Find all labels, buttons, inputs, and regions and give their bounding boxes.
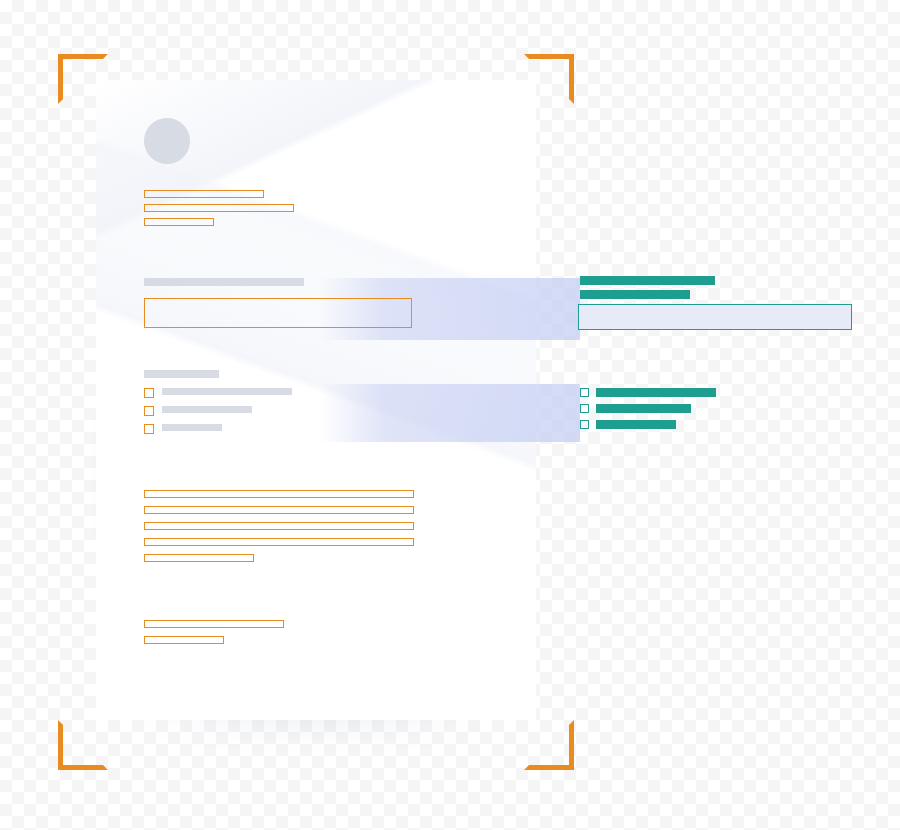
- doc-footer-line: [144, 636, 224, 644]
- doc-checkbox[interactable]: [144, 424, 154, 434]
- doc-paragraph-line: [144, 490, 414, 498]
- doc-header-line: [144, 190, 264, 198]
- doc-paragraph-line: [144, 506, 414, 514]
- doc-checklist-item-line: [162, 406, 252, 413]
- doc-header-line: [144, 204, 294, 212]
- extracted-checkbox[interactable]: [580, 404, 589, 413]
- extracted-field-label-line: [580, 276, 715, 285]
- doc-checklist-item-line: [162, 424, 222, 431]
- doc-header-line: [144, 218, 214, 226]
- doc-checkbox[interactable]: [144, 406, 154, 416]
- doc-paragraph-line: [144, 522, 414, 530]
- extracted-input-field[interactable]: [578, 304, 852, 330]
- doc-field-label-line: [144, 278, 304, 286]
- extracted-checklist-item-line: [596, 404, 691, 413]
- extracted-field-label-line: [580, 290, 690, 299]
- doc-paragraph-line: [144, 538, 414, 546]
- doc-checkbox[interactable]: [144, 388, 154, 398]
- extracted-checklist-item-line: [596, 420, 676, 429]
- doc-paragraph-line: [144, 554, 254, 562]
- extracted-checkbox[interactable]: [580, 388, 589, 397]
- extracted-checkbox[interactable]: [580, 420, 589, 429]
- doc-footer-line: [144, 620, 284, 628]
- doc-checklist-item-line: [162, 388, 292, 395]
- doc-checklist-title-line: [144, 370, 219, 378]
- extraction-beam-checklist: [320, 384, 580, 442]
- extracted-checklist-item-line: [596, 388, 716, 397]
- avatar-placeholder-icon: [144, 118, 190, 164]
- doc-input-field[interactable]: [144, 298, 412, 328]
- illustration-stage: [0, 0, 900, 830]
